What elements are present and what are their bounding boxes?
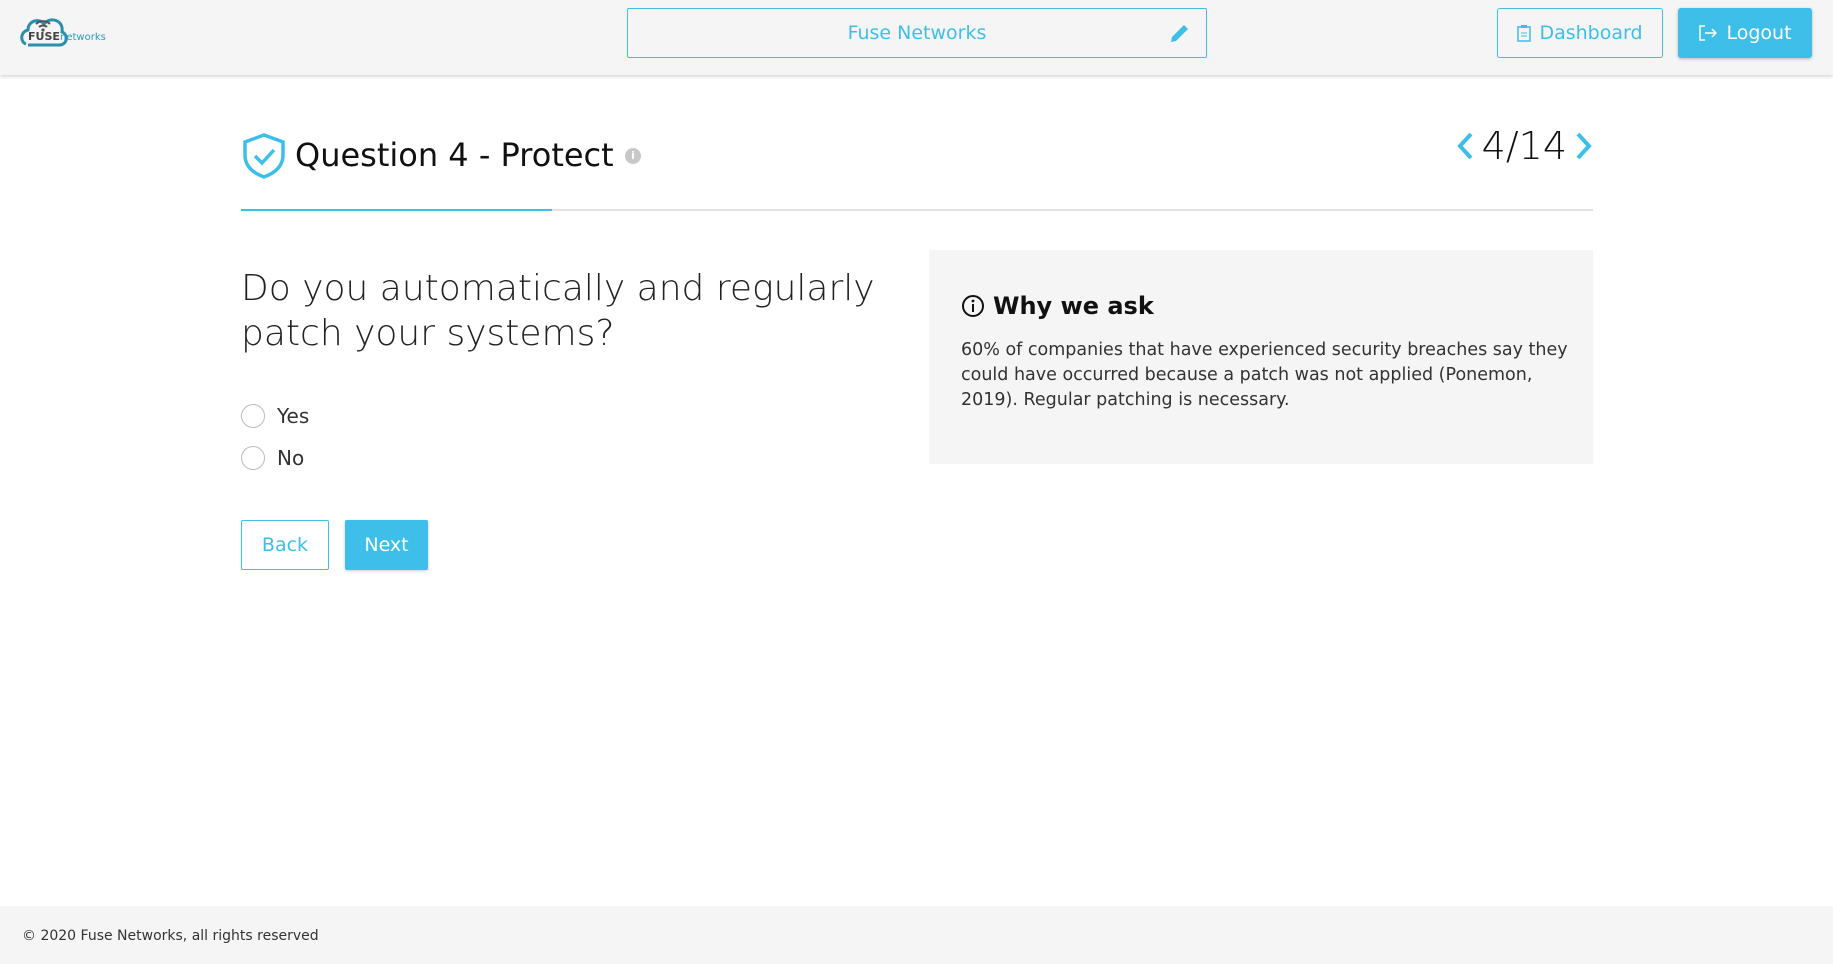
info-circle-icon <box>962 295 984 317</box>
shield-check-icon <box>243 133 285 179</box>
radio-yes[interactable] <box>241 404 265 428</box>
option-no[interactable]: No <box>241 446 304 470</box>
dashboard-button[interactable]: Dashboard <box>1497 8 1663 58</box>
next-button[interactable]: Next <box>345 520 428 570</box>
why-we-ask-panel: Why we ask 60% of companies that have ex… <box>929 250 1593 464</box>
pencil-icon[interactable] <box>1168 21 1192 45</box>
question-text: Do you automatically and regularly patch… <box>241 268 875 354</box>
chevron-left-icon[interactable] <box>1456 131 1474 161</box>
fuse-networks-logo[interactable]: FUSE networks <box>20 12 130 52</box>
sign-out-icon <box>1699 25 1718 41</box>
company-name: Fuse Networks <box>847 22 987 44</box>
logo-text-bold: FUSE <box>28 30 60 43</box>
logo-text-light: networks <box>60 32 106 43</box>
radio-no[interactable] <box>241 446 265 470</box>
dashboard-label: Dashboard <box>1539 22 1643 44</box>
chevron-right-icon[interactable] <box>1575 131 1593 161</box>
back-button[interactable]: Back <box>241 520 329 570</box>
footer: © 2020 Fuse Networks, all rights reserve… <box>0 906 1833 964</box>
header: FUSE networks Fuse Networks Dashboard Lo… <box>0 0 1833 75</box>
option-yes[interactable]: Yes <box>241 404 309 428</box>
clipboard-icon <box>1517 25 1532 42</box>
option-no-label: No <box>277 446 305 470</box>
question-pager: 4/14 <box>1456 124 1593 168</box>
why-title: Why we ask <box>961 292 1154 320</box>
logout-button[interactable]: Logout <box>1678 8 1812 58</box>
logout-label: Logout <box>1726 22 1792 44</box>
info-icon[interactable]: i <box>625 148 641 164</box>
company-name-field[interactable]: Fuse Networks <box>627 8 1207 58</box>
why-title-text: Why we ask <box>993 292 1154 320</box>
why-body: 60% of companies that have experienced s… <box>961 340 1568 410</box>
copyright: © 2020 Fuse Networks, all rights reserve… <box>22 928 319 944</box>
option-yes-label: Yes <box>277 404 310 428</box>
progress-fill <box>241 209 552 211</box>
page-indicator: 4/14 <box>1481 124 1567 168</box>
question-title: Question 4 - Protect <box>295 136 614 174</box>
